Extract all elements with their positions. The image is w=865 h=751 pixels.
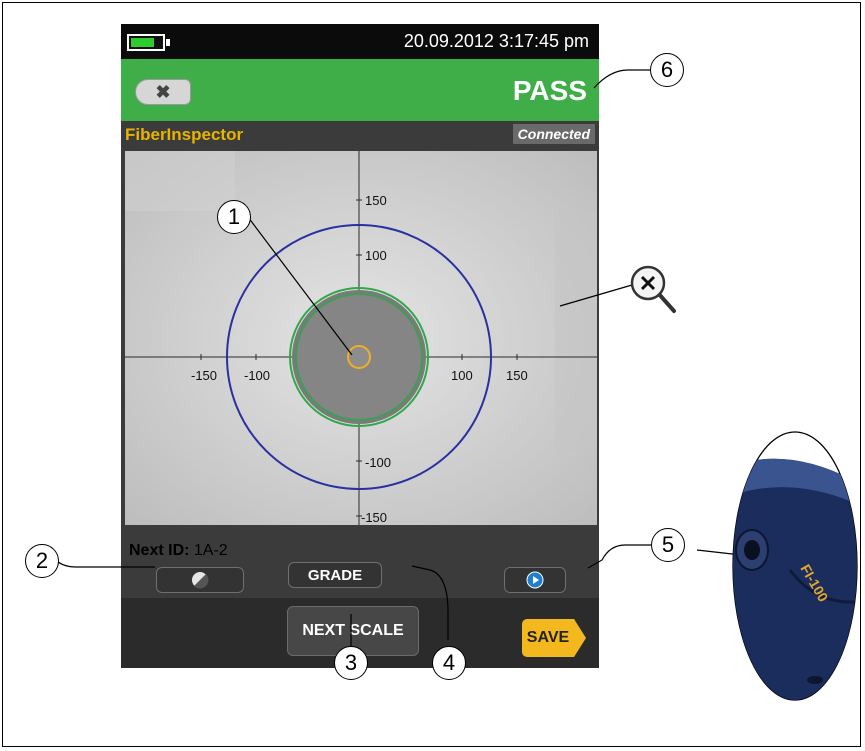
callout-5: 5 — [651, 528, 685, 562]
callout-line-zoom — [559, 284, 633, 307]
callout-line-5 — [587, 544, 651, 569]
callout-6: 6 — [650, 53, 684, 87]
callout-2: 2 — [25, 544, 59, 578]
callout-line-1 — [247, 216, 353, 356]
callout-line-6 — [593, 69, 650, 89]
callout-line-2 — [56, 560, 155, 568]
zoom-out-magnifier-icon[interactable] — [628, 263, 708, 315]
probe-lens — [744, 540, 760, 560]
callout-4: 4 — [432, 646, 466, 680]
probe-body — [733, 458, 857, 700]
callout-3: 3 — [334, 646, 368, 680]
fiber-probe-illustration: FI-100 — [732, 431, 858, 701]
callout-1: 1 — [217, 200, 251, 234]
callout-line-4 — [411, 565, 449, 640]
